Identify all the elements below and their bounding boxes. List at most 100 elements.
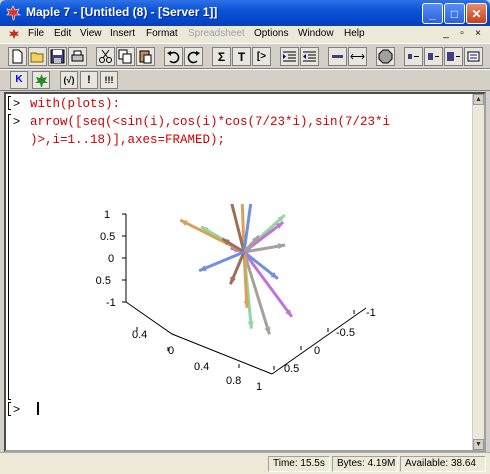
text-icon: T <box>237 49 246 64</box>
y-tick-label: -0.5 <box>336 327 355 339</box>
zoom-small-icon <box>408 54 419 59</box>
redo-icon <box>187 51 200 64</box>
input-line-1[interactable]: with(plots): <box>30 97 120 111</box>
maximize-icon: □ <box>450 6 459 21</box>
print-button[interactable] <box>68 47 87 66</box>
save-button[interactable] <box>48 47 67 66</box>
arrow-set <box>179 204 294 335</box>
z-tick-label: -1 <box>106 297 116 309</box>
x-tick-label: 0 <box>168 345 174 357</box>
y-tick-label: 0.5 <box>284 363 299 375</box>
main-toolbar: Σ T [> <box>0 43 490 69</box>
group-bracket-2[interactable] <box>8 114 11 400</box>
zoom-100-button[interactable] <box>404 47 423 66</box>
paste-button[interactable] <box>136 47 155 66</box>
y-tick-label: -1 <box>366 307 376 319</box>
paste-icon <box>139 50 152 64</box>
z-tick-label: 1 <box>104 209 110 221</box>
indent-button[interactable] <box>280 47 299 66</box>
input-line-2a[interactable]: arrow([seq(<sin(i),cos(i)*cos(7/23*i),si… <box>30 115 390 129</box>
copy-icon <box>118 49 132 64</box>
execute-button[interactable] <box>32 71 50 89</box>
arrow-plot-3d[interactable]: 1 0.5 0 -0.5 -1 0.4 0 0.4 0.8 -1 -0.5 0 … <box>96 204 386 394</box>
doc-restore-button[interactable]: ▫ <box>456 28 468 40</box>
menu-help[interactable]: Help <box>344 28 365 39</box>
context-toolbar: K (√) ! !!! <box>0 69 490 91</box>
scroll-down-button[interactable]: ▼ <box>473 439 484 450</box>
prompt-3: > <box>13 403 21 417</box>
menu-edit[interactable]: Edit <box>54 28 71 39</box>
status-bar: Time: 15.5s Bytes: 4.19M Available: 38.6… <box>0 452 490 474</box>
stop-icon <box>378 49 393 64</box>
zoom-large-icon <box>447 52 460 61</box>
zoom-medium-icon <box>428 53 439 60</box>
math-input-button[interactable]: Σ <box>212 47 231 66</box>
arrow-head <box>264 326 271 335</box>
new-button[interactable] <box>8 47 27 66</box>
menu-insert[interactable]: Insert <box>110 28 135 39</box>
text-input-button[interactable]: T <box>232 47 251 66</box>
scroll-up-button[interactable]: ▲ <box>473 94 484 105</box>
close-icon: ✕ <box>471 6 482 21</box>
open-icon <box>30 52 44 63</box>
redo-button[interactable] <box>184 47 203 66</box>
zoom-200-button[interactable] <box>444 47 463 66</box>
menu-bar: File Edit View Insert Format Spreadsheet… <box>0 26 490 43</box>
zoom-150-button[interactable] <box>424 47 443 66</box>
history-button[interactable] <box>464 47 483 66</box>
print-icon <box>71 50 84 62</box>
exclaim-icon: ! <box>87 73 91 86</box>
doc-minimize-button[interactable]: _ <box>440 28 452 40</box>
menu-file[interactable]: File <box>28 28 44 39</box>
prompt-2: > <box>13 115 21 129</box>
new-icon <box>12 49 23 64</box>
group-bracket-3[interactable] <box>8 402 11 416</box>
menu-options[interactable]: Options <box>254 28 288 39</box>
doc-close-button[interactable]: × <box>472 28 484 40</box>
text-cursor <box>37 402 39 415</box>
x-tick-label: 0.8 <box>226 375 241 387</box>
save-icon <box>50 49 65 64</box>
menu-format[interactable]: Format <box>146 28 178 39</box>
title-bar[interactable]: Maple 7 - [Untitled (8) - [Server 1]] _ … <box>0 0 490 26</box>
outdent-button[interactable] <box>300 47 319 66</box>
menu-view[interactable]: View <box>80 28 102 39</box>
vertical-scrollbar[interactable]: ▲ ▼ <box>472 94 484 450</box>
exclaim-button[interactable]: ! <box>80 71 98 89</box>
x-tick-label: 0.4 <box>194 361 209 373</box>
minimize-button[interactable]: _ <box>422 3 443 24</box>
k-icon: K <box>15 74 23 85</box>
open-button[interactable] <box>28 47 47 66</box>
maximize-button[interactable]: □ <box>444 3 465 24</box>
menu-spreadsheet: Spreadsheet <box>188 28 245 39</box>
status-time: Time: 15.5s <box>268 456 330 472</box>
stop-button[interactable] <box>376 47 395 66</box>
sigma-icon: Σ <box>217 49 226 64</box>
close-button[interactable]: ✕ <box>466 3 487 24</box>
undo-button[interactable] <box>164 47 183 66</box>
document-icon[interactable] <box>8 28 20 40</box>
history-icon <box>467 51 480 62</box>
copy-button[interactable] <box>116 47 135 66</box>
k-button[interactable]: K <box>10 71 28 89</box>
cut-icon <box>99 49 112 63</box>
insert-prompt-button[interactable]: [> <box>252 47 271 66</box>
expand-button[interactable] <box>348 47 367 66</box>
cut-button[interactable] <box>96 47 115 66</box>
menu-window[interactable]: Window <box>298 28 334 39</box>
group-bracket-1[interactable] <box>8 96 11 110</box>
execute-all-button[interactable]: !!! <box>100 71 118 89</box>
x-tick-label: 0.4 <box>132 329 147 341</box>
maple-leaf-icon <box>6 5 21 21</box>
collapse-button[interactable] <box>328 47 347 66</box>
window-title: Maple 7 - [Untitled (8) - [Server 1]] <box>26 5 218 19</box>
worksheet[interactable]: > with(plots): > arrow([seq(<sin(i),cos(… <box>4 92 486 452</box>
leaf-execute-icon <box>34 73 48 87</box>
sqrt-button[interactable]: (√) <box>60 71 78 89</box>
outdent-icon <box>303 51 316 62</box>
axis-tick-labels: 1 0.5 0 -0.5 -1 0.4 0 0.4 0.8 -1 -0.5 0 … <box>96 209 376 393</box>
input-line-2b[interactable]: )>,i=1..18)],axes=FRAMED); <box>30 133 225 147</box>
status-bytes: Bytes: 4.19M <box>332 456 398 472</box>
arrow-shaft <box>242 251 294 318</box>
minus-icon <box>332 55 343 58</box>
